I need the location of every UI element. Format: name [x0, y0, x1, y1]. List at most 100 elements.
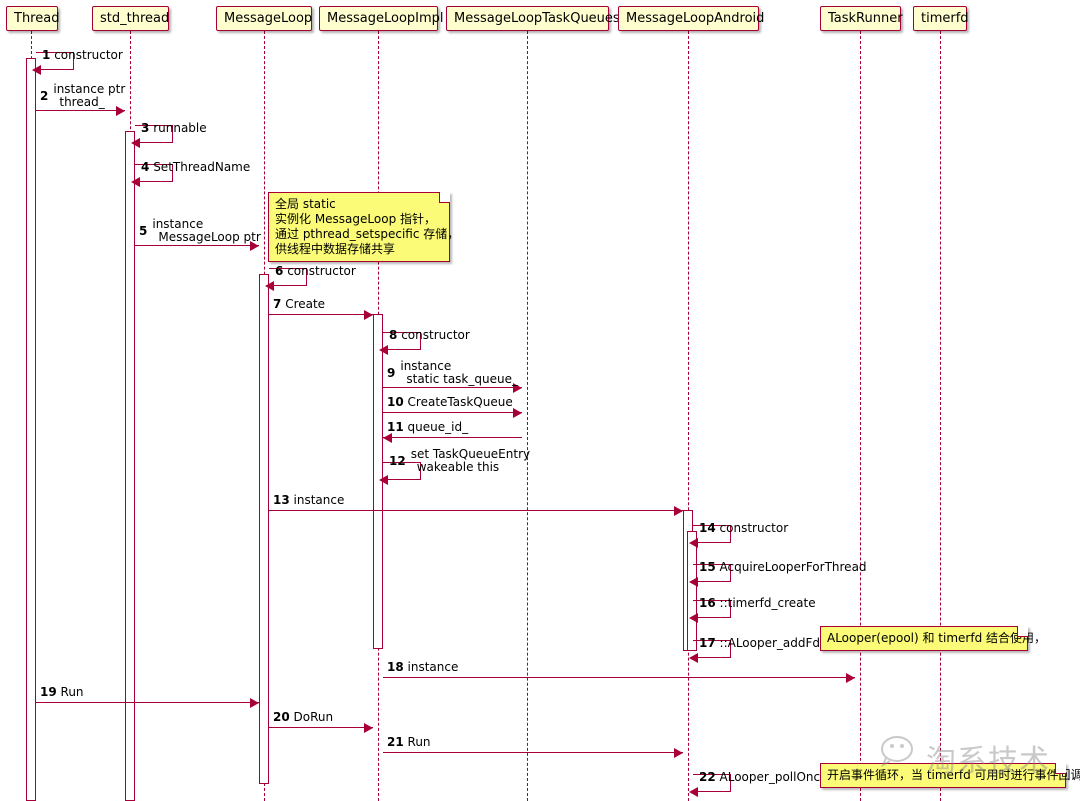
activation-bar-thread [26, 58, 36, 801]
message-number: 21 [387, 735, 404, 749]
message-label-13: 13 instance [273, 494, 344, 507]
message-label-2: 2 instance ptr thread_ [40, 83, 125, 109]
message-text: AcquireLooperForThread [719, 560, 867, 574]
message-label-22: 22 ALooper_pollOnce [699, 771, 828, 784]
message-label-5: 5 instance MessageLoop ptr [139, 218, 261, 244]
message-label-11: 11 queue_id_ [387, 421, 468, 434]
lifeline-mlandroid [688, 31, 689, 801]
arrowhead-15 [689, 577, 698, 587]
message-number: 13 [273, 493, 290, 507]
arrowhead-20 [364, 723, 373, 733]
message-text: SetThreadName [153, 160, 251, 174]
message-line-20 [269, 727, 373, 728]
message-number: 22 [699, 770, 716, 784]
note-text: 开启事件循环，当 timerfd 可用时进行事件回调 [827, 768, 1080, 782]
arrowhead-17 [689, 653, 698, 663]
message-number: 17 [699, 636, 716, 650]
message-text-line2: thread_ [59, 95, 105, 109]
message-number: 11 [387, 420, 404, 434]
message-line-21 [383, 752, 683, 753]
message-line-7 [269, 314, 373, 315]
message-number: 19 [40, 685, 57, 699]
message-number: 14 [699, 521, 716, 535]
message-label-20: 20 DoRun [273, 711, 333, 724]
participant-label: MessageLoopAndroid [626, 11, 765, 26]
message-text: queue_id_ [407, 420, 469, 434]
arrowhead-21 [674, 748, 683, 758]
message-number: 6 [275, 264, 284, 278]
message-number: 3 [141, 121, 150, 135]
message-number: 1 [42, 48, 51, 62]
message-label-3: 3 runnable [141, 122, 207, 135]
message-line-19 [36, 702, 259, 703]
message-text: Run [407, 735, 431, 749]
arrowhead-8 [379, 345, 388, 355]
activation-bar-std_thread [125, 131, 135, 801]
message-label-17: 17 ::ALooper_addFd [699, 637, 820, 650]
message-label-12: 12 set TaskQueueEntry wakeable this [389, 448, 530, 474]
message-text: constructor [54, 48, 123, 62]
message-text: Create [285, 297, 326, 311]
message-text: Run [60, 685, 84, 699]
message-text-line2: MessageLoop ptr [158, 230, 261, 244]
message-text: DoRun [293, 710, 334, 724]
participant-messageloop[interactable]: MessageLoop [216, 6, 312, 31]
arrowhead-16 [689, 613, 698, 623]
lifeline-taskrunner [860, 31, 861, 801]
message-line-10 [383, 412, 522, 413]
arrowhead-6 [265, 281, 274, 291]
arrowhead-19 [250, 698, 259, 708]
participant-mlimpl[interactable]: MessageLoopImpl [319, 6, 444, 31]
participant-label: Thread [14, 11, 60, 26]
message-label-4: 4 SetThreadName [141, 161, 250, 174]
participant-thread[interactable]: Thread [6, 6, 60, 31]
message-text-line2: static task_queue_ [406, 372, 518, 386]
arrowhead-18 [846, 673, 855, 683]
participant-label: std_thread [100, 11, 170, 26]
message-label-19: 19 Run [40, 686, 84, 699]
message-line-18 [383, 677, 855, 678]
arrowhead-14 [689, 538, 698, 548]
message-text: CreateTaskQueue [407, 395, 513, 409]
message-line-11 [383, 437, 522, 438]
participant-label: TaskRunner [828, 11, 903, 26]
note-event-loop: 开启事件循环，当 timerfd 可用时进行事件回调 [820, 763, 1080, 788]
message-line-9 [383, 387, 522, 388]
message-label-8: 8 constructor [389, 329, 470, 342]
message-label-14: 14 constructor [699, 522, 788, 535]
participant-label: MessageLoopImpl [327, 11, 444, 26]
message-number: 5 [139, 223, 148, 238]
participant-label: MessageLoopTaskQueues [454, 11, 620, 26]
message-label-9: 9 instance static task_queue_ [387, 360, 518, 386]
arrowhead-4 [131, 177, 140, 187]
note-messageloop-static: 全局 static 实例化 MessageLoop 指针， 通过 pthread… [268, 192, 459, 262]
message-text: ::timerfd_create [719, 596, 816, 610]
participant-timerfd[interactable]: timerfd [913, 6, 969, 31]
message-number: 10 [387, 395, 404, 409]
message-number: 8 [389, 328, 398, 342]
arrowhead-7 [364, 310, 373, 320]
message-number: 12 [389, 453, 406, 468]
arrowhead-13 [674, 506, 683, 516]
message-label-18: 18 instance [387, 661, 458, 674]
arrowhead-10 [513, 408, 522, 418]
participant-std_thread[interactable]: std_thread [92, 6, 169, 31]
message-number: 18 [387, 660, 404, 674]
participant-taskrunner[interactable]: TaskRunner [820, 6, 903, 31]
message-number: 20 [273, 710, 290, 724]
note-text: 全局 static 实例化 MessageLoop 指针， 通过 pthread… [275, 197, 460, 256]
message-text: ::ALooper_addFd [719, 636, 821, 650]
message-text: instance [293, 493, 345, 507]
message-text: constructor [719, 521, 789, 535]
participant-label: timerfd [921, 11, 969, 26]
arrowhead-1 [32, 65, 41, 75]
participant-mlandroid[interactable]: MessageLoopAndroid [618, 6, 764, 31]
message-label-16: 16 ::timerfd_create [699, 597, 816, 610]
note-text: ALooper(epool) 和 timerfd 结合使用， [827, 631, 1047, 645]
participant-mltaskqueues[interactable]: MessageLoopTaskQueues [446, 6, 620, 31]
message-label-6: 6 constructor [275, 265, 356, 278]
message-number: 7 [273, 297, 282, 311]
message-line-13 [269, 510, 683, 511]
message-label-7: 7 Create [273, 298, 325, 311]
message-label-21: 21 Run [387, 736, 431, 749]
